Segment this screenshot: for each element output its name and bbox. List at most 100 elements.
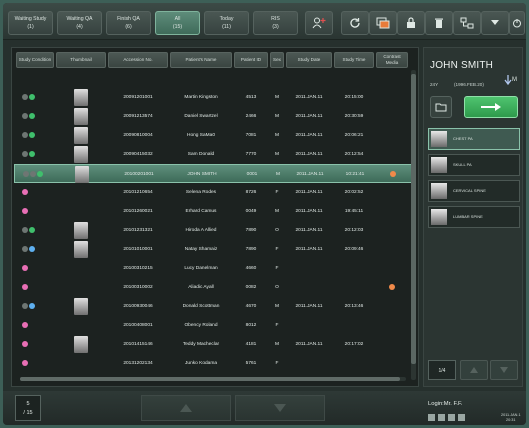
col-patient-name[interactable]: Patient's Name — [170, 52, 232, 68]
vertical-scrollbar[interactable] — [411, 70, 416, 380]
tab-label: Waiting Study — [14, 16, 47, 22]
tab-finish-qa[interactable]: Finish QA (6) — [106, 11, 151, 35]
table-header: Study Condition Thumbnail Accession No. … — [14, 52, 414, 68]
tab-ris[interactable]: RIS (3) — [253, 11, 298, 35]
patient-id-cell: 7770 — [245, 152, 257, 157]
tab-waiting-study[interactable]: Waiting Study (1) — [8, 11, 53, 35]
patient-id-cell: 0049 — [245, 209, 257, 214]
network-icon — [460, 17, 474, 29]
col-study-condition[interactable]: Study Condition — [16, 52, 54, 68]
scroll-thumb[interactable] — [411, 74, 416, 364]
study-list-panel: Study Condition Thumbnail Accession No. … — [11, 47, 419, 387]
lock-icon — [407, 17, 415, 28]
tab-today[interactable]: Today (11) — [204, 11, 249, 35]
tab-count: (15) — [172, 24, 183, 30]
sex-cell: M — [275, 304, 279, 309]
accession-cell: 20131202134 — [123, 361, 153, 366]
xray-thumbnail[interactable] — [75, 166, 89, 183]
xray-thumbnail[interactable] — [74, 241, 88, 258]
patient-name-cell: Daniel Swartzel — [184, 114, 218, 119]
xray-thumbnail[interactable] — [74, 222, 88, 239]
series-item[interactable]: SKULL PA — [428, 154, 520, 176]
table-row[interactable]: 20100201001 JOHN SMITH 0001 M 2011.JAN.11 10:… — [14, 164, 414, 183]
series-item[interactable]: CERVICAL SPINE — [428, 180, 520, 202]
col-accession[interactable]: Accession No. — [108, 52, 168, 68]
xray-thumbnail[interactable] — [74, 298, 88, 315]
image-transfer-button[interactable] — [369, 11, 397, 35]
xray-thumbnail[interactable] — [74, 89, 88, 106]
patient-name-cell: Lucy Danelman — [184, 266, 218, 271]
clock-time: 20:31 — [506, 417, 516, 422]
study-date-cell: 2011.JAN.11 — [295, 247, 323, 252]
col-sex[interactable]: Sex — [270, 52, 284, 68]
next-button[interactable] — [464, 96, 518, 118]
col-study-time[interactable]: Study Time — [334, 52, 374, 68]
study-date-cell: 2011.JAN.11 — [295, 190, 323, 195]
series-thumbnail — [431, 157, 447, 173]
patient-name-cell: Erhard Camus — [185, 209, 217, 214]
tab-all[interactable]: All (15) — [155, 11, 200, 35]
accession-cell: 20101415146 — [123, 342, 153, 347]
delete-button[interactable] — [425, 11, 453, 35]
xray-thumbnail[interactable] — [74, 108, 88, 125]
trash-icon — [435, 18, 443, 28]
patient-dob: (1996.FEB.20) — [454, 82, 484, 87]
refresh-button[interactable] — [341, 11, 369, 35]
hscroll-thumb[interactable] — [20, 377, 400, 381]
table-row[interactable]: 20100930046 Donald Scottman 4670 M 2011.JAN.… — [14, 297, 414, 316]
tab-count: (4) — [76, 24, 83, 30]
col-thumbnail[interactable]: Thumbnail — [56, 52, 106, 68]
table-row[interactable]: 20091201001 Martin Kingston 4513 M 2011.JAN.… — [14, 88, 414, 107]
page-down-button[interactable] — [235, 395, 325, 421]
monitor-icon — [428, 414, 435, 421]
table-row[interactable]: 20100310002 Aliadic Ayall 0082 O — [14, 278, 414, 297]
network-button[interactable] — [453, 11, 481, 35]
table-row[interactable]: 20090810004 Hong SaMa0 7081 M 2011.JAN.11 20:… — [14, 126, 414, 145]
study-date-cell: 2011.JAN.11 — [295, 133, 323, 138]
accession-cell: 20100310215 — [123, 266, 153, 271]
patient-name-cell: Martin Kingston — [184, 95, 218, 100]
accession-cell: 20101231321 — [123, 228, 153, 233]
lock-button[interactable] — [397, 11, 425, 35]
study-date-cell: 2011.JAN.11 — [295, 342, 323, 347]
series-next-button[interactable] — [490, 360, 518, 380]
xray-thumbnail[interactable] — [74, 146, 88, 163]
table-row[interactable]: 20101010001 Natay Shamaiz 7890 F 2011.JAN.11… — [14, 240, 414, 259]
horizontal-scrollbar[interactable] — [20, 377, 406, 381]
patient-id-cell: 4513 — [245, 95, 257, 100]
sex-cell: M — [275, 95, 279, 100]
table-row[interactable]: 20101231321 Hiroda A Allied 7890 O 2011.JAN.… — [14, 221, 414, 240]
xray-thumbnail[interactable] — [74, 336, 88, 353]
table-row[interactable]: 20100310215 Lucy Danelman 4660 F — [14, 259, 414, 278]
xray-thumbnail[interactable] — [74, 127, 88, 144]
folder-button[interactable] — [430, 96, 452, 118]
table-row[interactable]: 20101210654 Selena Rodes 8726 F 2011.JAN.11 2… — [14, 183, 414, 202]
dropdown-button[interactable] — [481, 11, 509, 35]
table-row[interactable]: 20091213574 Daniel Swartzel 2466 M 2011.JAN.… — [14, 107, 414, 126]
status-indicator — [22, 113, 28, 119]
series-item[interactable]: LUMBAR SPINE — [428, 206, 520, 228]
col-patient-id[interactable]: Patient ID — [234, 52, 268, 68]
contrast-media-indicator — [390, 171, 396, 177]
tab-waiting-qa[interactable]: Waiting QA (4) — [57, 11, 102, 35]
col-contrast-media[interactable]: Contrast Media — [376, 52, 408, 68]
table-row[interactable]: 20101415146 Teddy Macheclar 4181 M 2011.JAN.… — [14, 335, 414, 354]
table-row[interactable]: 20090415032 Sam Donald 7770 M 2011.JAN.11 20:… — [14, 145, 414, 164]
table-row[interactable]: 20101260021 Erhard Camus 0049 M 2011.JAN.11 1… — [14, 202, 414, 221]
series-prev-button[interactable] — [460, 360, 488, 380]
col-study-date[interactable]: Study Date — [286, 52, 332, 68]
study-date-cell: 2011.JAN.11 — [296, 172, 324, 177]
study-date-cell: 2011.JAN.11 — [295, 228, 323, 233]
tab-count: (1) — [27, 24, 34, 30]
page-up-button[interactable] — [141, 395, 231, 421]
status-indicator — [29, 246, 35, 252]
series-item[interactable]: CHEST PA — [428, 128, 520, 150]
status-indicator — [30, 171, 36, 177]
table-row[interactable]: 20100408001 Obency Roland 8012 F — [14, 316, 414, 335]
male-icon: M — [504, 75, 517, 86]
power-button[interactable] — [509, 11, 525, 35]
table-row[interactable]: 20131202134 Junko Kodama 5761 F — [14, 354, 414, 373]
patient-id-cell: 7890 — [245, 228, 257, 233]
patient-panel: JOHN SMITH 24Y (1996.FEB.20) M CHEST PA S… — [423, 47, 523, 387]
add-user-button[interactable] — [305, 11, 333, 35]
